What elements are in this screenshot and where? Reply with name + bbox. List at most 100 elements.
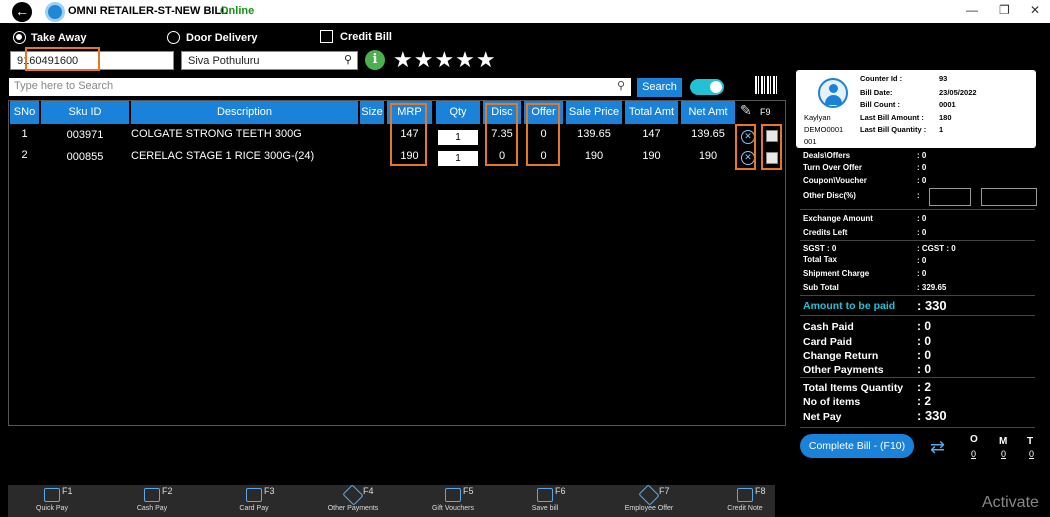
cash-paid-value: : 0 bbox=[917, 319, 932, 333]
row2-description: CERELAC STAGE 1 RICE 300G-(24) bbox=[131, 150, 315, 162]
divider bbox=[800, 377, 1035, 378]
change-return-label: Change Return bbox=[803, 350, 879, 362]
m-value[interactable]: 0 bbox=[1001, 449, 1006, 459]
total-qty-value: : 2 bbox=[917, 380, 932, 394]
row1-sno: 1 bbox=[21, 128, 28, 140]
refresh-icon[interactable]: ⇄ bbox=[930, 437, 945, 458]
row1-description: COLGATE STRONG TEETH 300G bbox=[131, 128, 302, 140]
gift-vouchers-button[interactable]: F5 Gift Vouchers bbox=[413, 485, 493, 517]
header-qty: Qty bbox=[436, 101, 480, 124]
row1-sku: 003971 bbox=[66, 129, 104, 141]
maximize-button[interactable]: ❐ bbox=[999, 3, 1010, 17]
cash-paid-label: Cash Paid bbox=[803, 321, 854, 333]
subtotal-label: Sub Total bbox=[803, 283, 839, 292]
search-icon: ⚲ bbox=[616, 80, 625, 92]
close-button[interactable]: ✕ bbox=[1030, 3, 1040, 17]
row2-qty[interactable]: 1 bbox=[438, 151, 478, 166]
item-search-input[interactable]: Type here to Search ⚲ bbox=[9, 78, 631, 96]
row1-qty[interactable]: 1 bbox=[438, 130, 478, 145]
customer-name-text: Siva Pothuluru bbox=[188, 55, 260, 67]
other-payments-label: Other Payments bbox=[327, 505, 379, 512]
eraser-icon[interactable]: ✎ bbox=[740, 99, 752, 122]
divider bbox=[800, 240, 1035, 241]
other-payments-key: F4 bbox=[363, 486, 374, 496]
turnover-value: : 0 bbox=[917, 163, 927, 172]
app-title: OMNI RETAILER-ST-NEW BILL bbox=[68, 5, 228, 17]
amount-to-pay-label: Amount to be paid bbox=[803, 300, 896, 312]
minimize-button[interactable]: — bbox=[966, 3, 978, 17]
other-disc-label: Other Disc(%) bbox=[803, 191, 856, 200]
complete-bill-button[interactable]: Complete Bill - (F10) bbox=[800, 434, 914, 458]
other-disc-percent-input[interactable] bbox=[929, 188, 971, 206]
card-pay-key: F3 bbox=[264, 486, 275, 496]
online-status: Online bbox=[220, 5, 255, 17]
header-sku: Sku ID bbox=[41, 101, 129, 124]
bill-count-value: 0001 bbox=[939, 100, 956, 109]
bill-date-value: 23/05/2022 bbox=[939, 88, 977, 97]
credit-note-key: F8 bbox=[755, 486, 766, 496]
quick-pay-button[interactable]: F1 Quick Pay bbox=[12, 485, 92, 517]
item-search-placeholder: Type here to Search bbox=[14, 80, 114, 92]
credit-note-button[interactable]: F8 Credit Note bbox=[705, 485, 785, 517]
shipment-label: Shipment Charge bbox=[803, 269, 870, 278]
mrp-highlight bbox=[390, 103, 427, 166]
take-away-label: Take Away bbox=[31, 32, 87, 44]
divider bbox=[800, 427, 1035, 428]
search-button[interactable]: Search bbox=[637, 78, 682, 97]
last-amount-label: Last Bill Amount : bbox=[860, 113, 924, 122]
wallet-icon bbox=[44, 488, 60, 502]
customer-rating-stars[interactable]: ★★★★★ bbox=[393, 47, 497, 73]
cash-pay-label: Cash Pay bbox=[136, 505, 168, 512]
header-description: Description bbox=[131, 101, 358, 124]
search-mode-toggle[interactable] bbox=[690, 79, 724, 95]
door-delivery-radio[interactable] bbox=[167, 31, 180, 44]
coupon-label: Coupon\Voucher bbox=[803, 176, 867, 185]
net-pay-value: : 330 bbox=[917, 408, 947, 423]
customer-name-field[interactable]: Siva Pothuluru ⚲ bbox=[181, 51, 358, 70]
cash-icon bbox=[144, 488, 160, 502]
total-tax-label: Total Tax bbox=[803, 255, 837, 264]
sgst-label: SGST : 0 bbox=[803, 244, 837, 253]
other-disc-colon: : bbox=[917, 191, 920, 200]
row1-total: 147 bbox=[642, 128, 661, 140]
back-arrow-icon[interactable]: ← bbox=[12, 2, 32, 22]
other-payments-button[interactable]: F4 Other Payments bbox=[313, 484, 393, 517]
row1-sale-price: 139.65 bbox=[577, 128, 611, 140]
total-qty-label: Total Items Quantity bbox=[803, 382, 904, 394]
save-bill-key: F6 bbox=[555, 486, 566, 496]
credits-label: Credits Left bbox=[803, 228, 848, 237]
header-net-amt: Net Amt bbox=[681, 101, 735, 124]
info-icon[interactable]: i bbox=[365, 50, 385, 70]
barcode-icon[interactable] bbox=[755, 76, 777, 94]
change-return-value: : 0 bbox=[917, 348, 932, 362]
row2-sno: 2 bbox=[21, 149, 28, 161]
cash-pay-key: F2 bbox=[162, 486, 173, 496]
bill-count-label: Bill Count : bbox=[860, 100, 900, 109]
counter-id-value: 93 bbox=[939, 74, 948, 83]
header-f9[interactable]: ✎ F9 bbox=[738, 101, 774, 124]
other-disc-amount-input[interactable] bbox=[981, 188, 1037, 206]
last-qty-label: Last Bill Quantity : bbox=[860, 125, 927, 134]
exchange-value: : 0 bbox=[917, 214, 927, 223]
row2-net: 190 bbox=[698, 150, 718, 162]
row2-sale-price: 190 bbox=[584, 150, 604, 162]
take-away-radio[interactable] bbox=[13, 31, 26, 44]
last-amount-value: 180 bbox=[939, 113, 952, 122]
offer-highlight bbox=[526, 103, 560, 166]
save-icon bbox=[537, 488, 553, 502]
credit-bill-checkbox[interactable] bbox=[320, 30, 333, 43]
employee-offer-button[interactable]: F7 Employee Offer bbox=[609, 484, 689, 517]
turnover-label: Turn Over Offer bbox=[803, 163, 862, 172]
gift-vouchers-label: Gift Vouchers bbox=[431, 505, 475, 512]
search-icon[interactable]: ⚲ bbox=[344, 53, 352, 66]
credit-bill-label: Credit Bill bbox=[340, 31, 392, 43]
t-value[interactable]: 0 bbox=[1029, 449, 1034, 459]
o-value[interactable]: 0 bbox=[971, 449, 976, 459]
counter-number: 001 bbox=[804, 137, 817, 146]
cash-pay-button[interactable]: F2 Cash Pay bbox=[112, 485, 192, 517]
save-bill-button[interactable]: F6 Save bill bbox=[505, 485, 585, 517]
document-icon bbox=[737, 488, 753, 502]
divider bbox=[800, 315, 1035, 316]
tag-icon bbox=[342, 484, 364, 506]
card-pay-button[interactable]: F3 Card Pay bbox=[214, 485, 294, 517]
